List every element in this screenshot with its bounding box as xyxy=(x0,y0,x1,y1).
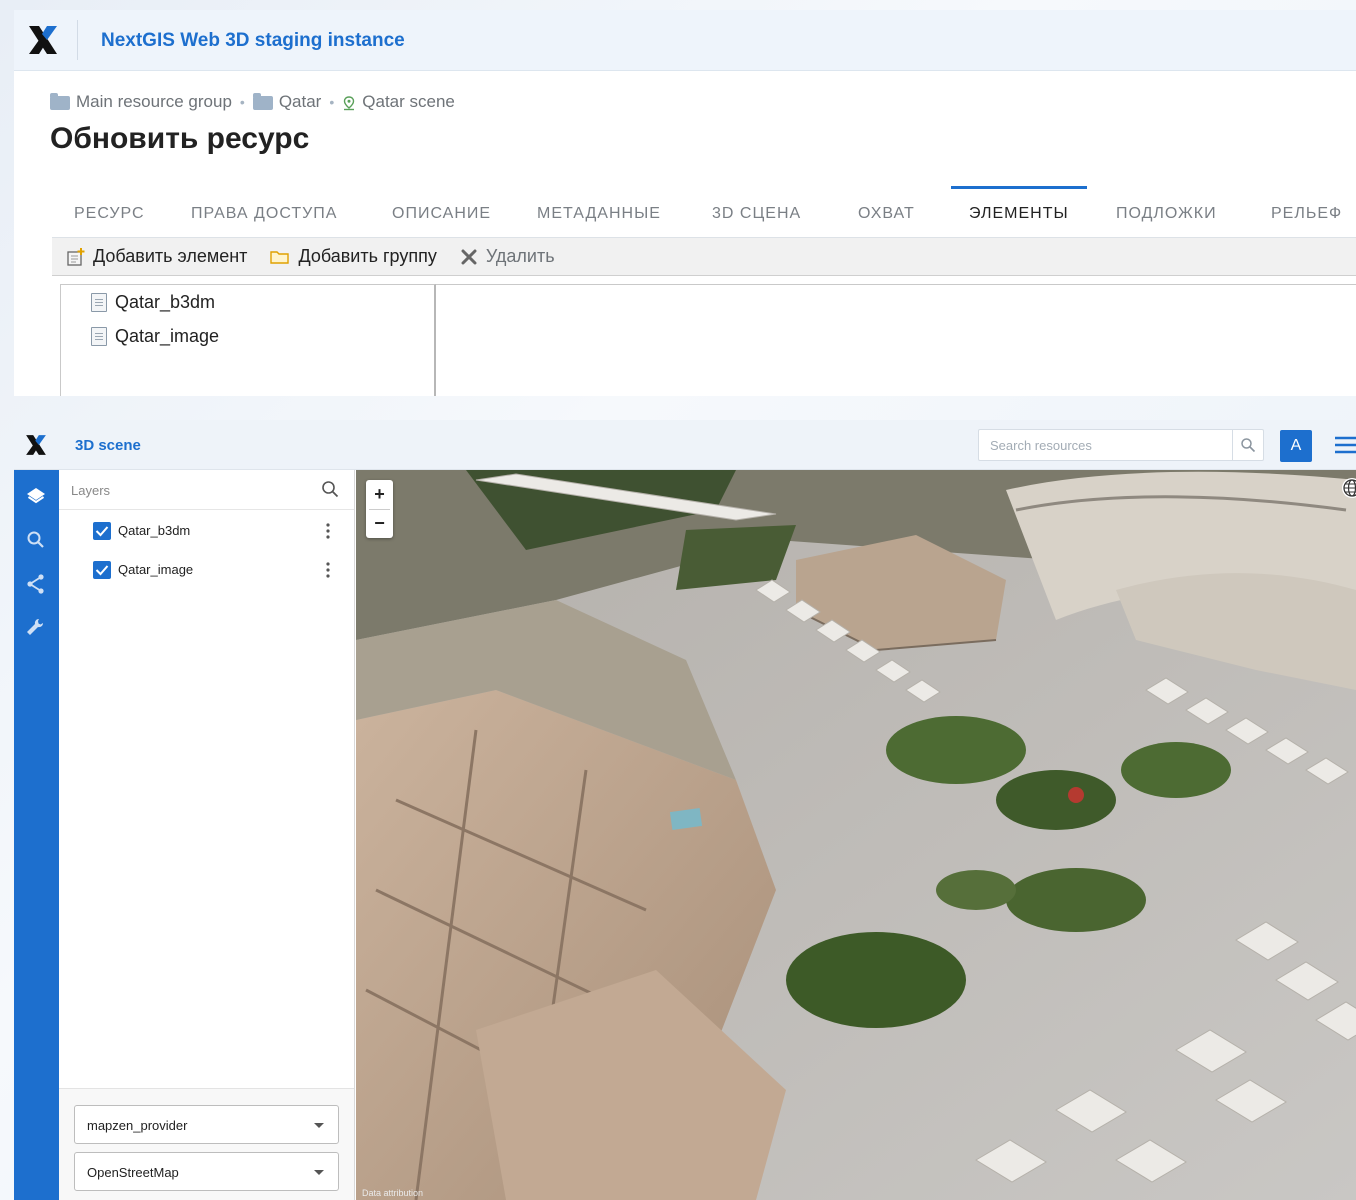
map-pin-icon xyxy=(344,96,355,111)
app-title[interactable]: NextGIS Web 3D staging instance xyxy=(101,30,405,52)
tab-resource[interactable]: РЕСУРС xyxy=(74,186,145,238)
globe-icon[interactable] xyxy=(1342,478,1356,498)
item-properties-pane xyxy=(436,284,1356,396)
tab-basemaps[interactable]: ПОДЛОЖКИ xyxy=(1116,186,1217,238)
screen: NextGIS Web 3D staging instance Main res… xyxy=(0,0,1356,1200)
menu-icon[interactable] xyxy=(1334,436,1356,454)
add-group-label: Добавить группу xyxy=(298,246,437,266)
delete-icon xyxy=(461,249,477,264)
layer-checkbox[interactable] xyxy=(93,561,111,579)
scene-viewer-window: 3D scene A xyxy=(14,420,1356,1200)
add-item-icon xyxy=(67,247,85,266)
zoom-in-button[interactable]: + xyxy=(366,480,393,509)
data-attribution-link[interactable]: Data attribution xyxy=(362,1188,423,1198)
delete-button[interactable]: Удалить xyxy=(459,246,555,267)
layer-checkbox[interactable] xyxy=(93,522,111,540)
breadcrumb-separator: • xyxy=(239,94,245,110)
breadcrumb-qatar[interactable]: Qatar xyxy=(279,92,322,112)
layer-name: Qatar_image xyxy=(118,562,194,577)
search-input[interactable] xyxy=(979,430,1231,460)
resource-update-window: NextGIS Web 3D staging instance Main res… xyxy=(14,10,1356,396)
layer-item: Qatar_image xyxy=(93,560,343,580)
layer-name: Qatar_b3dm xyxy=(118,523,191,538)
tab-metadata[interactable]: МЕТАДАННЫЕ xyxy=(537,186,661,238)
scene-title[interactable]: 3D scene xyxy=(75,437,141,454)
breadcrumb-separator: • xyxy=(329,94,335,110)
search-icon[interactable] xyxy=(24,528,48,552)
layers-footer: mapzen_provider OpenStreetMap xyxy=(59,1088,354,1200)
nextgis-logo[interactable] xyxy=(24,433,48,457)
layers-header: Layers xyxy=(59,470,354,510)
tab-elements[interactable]: ЭЛЕМЕНТЫ xyxy=(951,186,1087,238)
wrench-icon[interactable] xyxy=(24,616,48,640)
tree-item-label: Qatar_b3dm xyxy=(115,292,216,312)
left-rail xyxy=(14,470,59,1200)
share-icon[interactable] xyxy=(24,572,48,596)
breadcrumb-main-resource-group[interactable]: Main resource group xyxy=(76,92,232,112)
tree-item[interactable]: Qatar_b3dm xyxy=(91,292,215,313)
zoom-out-button[interactable]: − xyxy=(366,509,393,538)
tab-terrain[interactable]: РЕЛЬЕФ xyxy=(1271,186,1342,238)
elements-toolbar: Добавить элемент Добавить группу Удалить xyxy=(52,238,1356,276)
search-icon[interactable] xyxy=(321,480,339,498)
folder-open-icon xyxy=(270,250,290,264)
tree-item-label: Qatar_image xyxy=(115,326,220,346)
layers-icon[interactable] xyxy=(24,484,48,508)
tab-bar: РЕСУРС ПРАВА ДОСТУПА ОПИСАНИЕ МЕТАДАННЫЕ… xyxy=(14,186,1356,238)
search-icon[interactable] xyxy=(1240,437,1256,453)
kebab-icon[interactable] xyxy=(325,561,331,579)
tab-3d-scene[interactable]: 3D СЦЕНА xyxy=(712,186,801,238)
provider-select[interactable]: mapzen_provider xyxy=(74,1105,339,1144)
basemap-select[interactable]: OpenStreetMap xyxy=(74,1152,339,1191)
tab-description[interactable]: ОПИСАНИЕ xyxy=(392,186,491,238)
delete-label: Удалить xyxy=(485,246,555,266)
add-group-button[interactable]: Добавить группу xyxy=(269,246,437,267)
layers-panel: Layers Qatar_b3dm Qatar_image mapzen_pro… xyxy=(59,470,355,1200)
search-box xyxy=(978,429,1264,461)
zoom-control: + − xyxy=(366,480,393,538)
folder-icon xyxy=(252,93,273,110)
tree-item[interactable]: Qatar_image xyxy=(91,326,219,347)
scene-map-canvas[interactable]: + − Data attribution xyxy=(356,470,1356,1200)
viewer-header: 3D scene A xyxy=(14,420,1356,470)
document-icon xyxy=(91,327,107,346)
document-icon xyxy=(91,293,107,312)
provider-select-value: mapzen_provider xyxy=(87,1118,188,1133)
page-title: Обновить ресурс xyxy=(50,122,310,155)
chevron-down-icon xyxy=(314,1170,324,1175)
kebab-icon[interactable] xyxy=(325,522,331,540)
check-icon xyxy=(95,526,109,537)
check-icon xyxy=(95,565,109,576)
header-divider xyxy=(77,20,78,60)
chevron-down-icon xyxy=(314,1123,324,1128)
tab-extent[interactable]: ОХВАТ xyxy=(858,186,915,238)
search-separator xyxy=(1232,430,1233,460)
layers-label: Layers xyxy=(71,483,111,498)
breadcrumb: Main resource group • Qatar • Qatar scen… xyxy=(50,92,455,112)
aerial-3d-scene xyxy=(356,470,1356,1200)
top-header: NextGIS Web 3D staging instance xyxy=(14,10,1356,71)
tab-permissions[interactable]: ПРАВА ДОСТУПА xyxy=(191,186,337,238)
avatar[interactable]: A xyxy=(1280,430,1312,462)
nextgis-logo[interactable] xyxy=(26,23,60,57)
basemap-select-value: OpenStreetMap xyxy=(87,1165,179,1180)
layer-item: Qatar_b3dm xyxy=(93,521,343,541)
breadcrumb-qatar-scene[interactable]: Qatar scene xyxy=(362,92,455,112)
add-item-button[interactable]: Добавить элемент xyxy=(66,246,247,267)
folder-icon xyxy=(50,93,70,110)
add-item-label: Добавить элемент xyxy=(93,246,248,266)
items-tree: Qatar_b3dm Qatar_image xyxy=(60,284,436,396)
